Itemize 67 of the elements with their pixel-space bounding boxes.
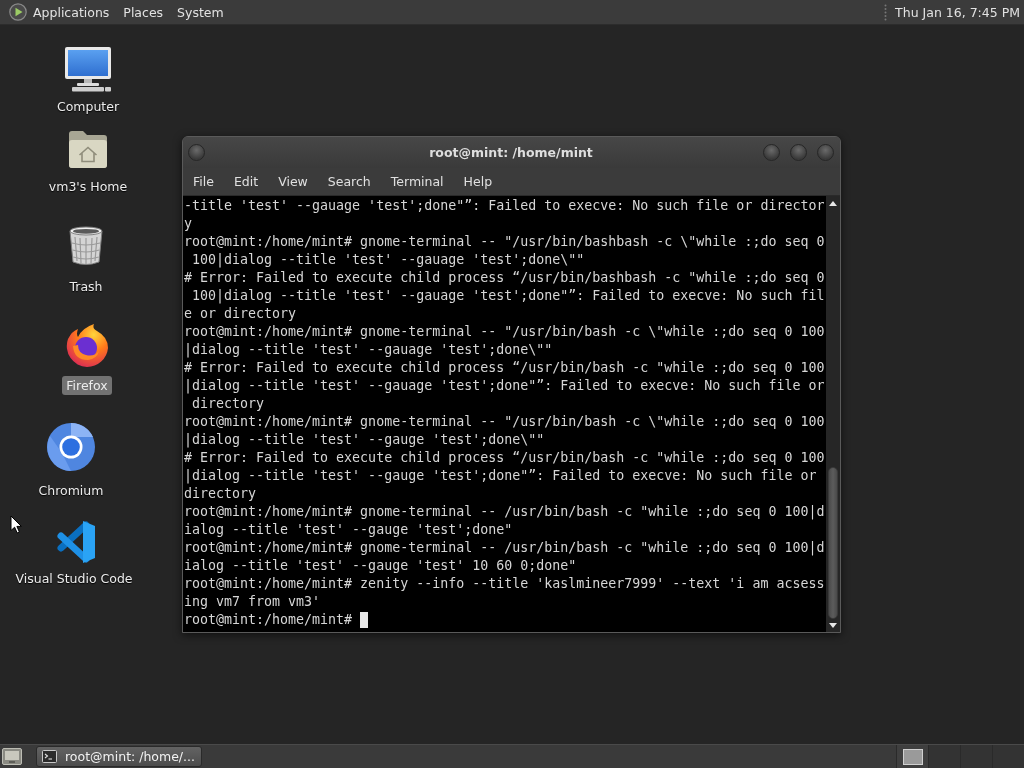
block-cursor-icon	[360, 612, 369, 628]
workspace-cell[interactable]	[960, 745, 992, 768]
terminal-line: ing vm7 from vm3'	[184, 593, 322, 611]
circle-ring-icon[interactable]	[47, 423, 95, 471]
terminal-line: root@mint:/home/mint# gnome-terminal -- /usr/bin/bash -c "while :;do seq 0 100|d	[184, 503, 826, 521]
window-title: root@mint: /home/mint	[429, 145, 593, 160]
terminal-line: -title 'test' --gauage 'test';done"”: Failed to execve: No such file or director	[184, 197, 826, 215]
terminal-line: |dialog --title 'test' --gauage 'test';done"”: Failed to execve: No such file or	[184, 377, 826, 395]
terminal-line: root@mint:/home/mint# gnome-terminal -- "/usr/bin/bash -c \"while :;do seq 0 100	[184, 413, 826, 431]
menu-item[interactable]: Terminal	[380, 171, 454, 192]
window-thumbnail-icon	[902, 748, 923, 765]
panel-menu[interactable]: Places	[116, 1, 171, 23]
flame-globe-icon[interactable]	[64, 322, 110, 368]
clock[interactable]: Thu Jan 16, 7:45 PM	[895, 4, 1020, 20]
terminal-line: # Error: Failed to execute child process “/usr/bin/bash -c "while :;do seq 0 100	[184, 359, 826, 377]
monitor-icon[interactable]	[64, 46, 112, 92]
taskbar-window-button[interactable]: root@mint: /home/...	[36, 746, 202, 767]
logo-icon	[9, 3, 27, 21]
terminal-line: root@mint:/home/mint# gnome-terminal -- /usr/bin/bash -c "while :;do seq 0 100|d	[184, 539, 826, 557]
terminal-line: root@mint:/home/mint# gnome-terminal -- "/usr/bin/bashbash -c \"while :;do seq 0	[184, 233, 826, 251]
desktop-icon-label[interactable]: Chromium	[34, 481, 108, 500]
desktop-icon-label[interactable]: Firefox	[62, 376, 112, 395]
terminal-line: e or directory	[184, 305, 298, 323]
terminal-line: # Error: Failed to execute child process “/usr/bin/bashbash -c "while :;do seq 0	[184, 269, 826, 287]
terminal-line: directory	[184, 485, 258, 503]
panel-menu[interactable]: Applications	[0, 1, 117, 23]
window-menu-button[interactable]	[188, 144, 205, 161]
terminal-icon	[42, 750, 57, 763]
scrollbar-thumb[interactable]	[828, 467, 838, 619]
scroll-down-arrow-icon[interactable]	[829, 623, 837, 628]
home-folder-icon[interactable]	[67, 128, 109, 169]
terminal-line: ialog --title 'test' --gauge 'test' 10 60 0;done"	[184, 557, 578, 575]
scrollbar-track[interactable]	[826, 196, 840, 632]
terminal-line: # Error: Failed to execute child process “/usr/bin/bash -c "while :;do seq 0 100	[184, 449, 826, 467]
desktop-icon-label[interactable]: Trash	[65, 277, 107, 296]
terminal-line: |dialog --title 'test' --gauge 'test';done\""	[184, 431, 546, 449]
desktop-icon-label[interactable]: vm3's Home	[44, 177, 132, 196]
terminal-prompt: root@mint:/home/mint#	[184, 611, 353, 629]
screen-icon	[2, 748, 22, 765]
workspace-cell[interactable]	[992, 745, 1024, 768]
minimize-button[interactable]	[763, 144, 780, 161]
maximize-button[interactable]	[790, 144, 807, 161]
terminal-line: root@mint:/home/mint# gnome-terminal -- "/usr/bin/bash -c \"while :;do seq 0 100	[184, 323, 826, 341]
terminal-line: 100|dialog --title 'test' --gauage 'test';done\""	[191, 251, 586, 269]
drag-handle-icon[interactable]	[884, 3, 888, 21]
menu-item[interactable]: Help	[453, 171, 503, 192]
terminal-line: directory	[191, 395, 266, 413]
terminal-line: 100|dialog --title 'test' --gauage 'test';done"”: Failed to execve: No such fil	[191, 287, 826, 305]
desktop-icon-label[interactable]: Computer	[52, 97, 124, 116]
terminal-line: |dialog --title 'test' --gauge 'test';done"”: Failed to execve: No such file or	[184, 467, 818, 485]
menu-item[interactable]: View	[268, 171, 318, 192]
scroll-up-arrow-icon[interactable]	[829, 201, 837, 206]
menu-item[interactable]: Edit	[223, 171, 269, 192]
desktop-icon-label[interactable]: Visual Studio Code	[11, 569, 137, 588]
workspace-cell[interactable]	[928, 745, 960, 768]
mouse-pointer-icon	[10, 515, 22, 534]
terminal-line: |dialog --title 'test' --gauage 'test';done\""	[184, 341, 554, 359]
panel-menu[interactable]: System	[170, 1, 231, 23]
trash-can-icon[interactable]	[68, 226, 104, 267]
close-button[interactable]	[817, 144, 834, 161]
terminal-line: root@mint:/home/mint# zenity --info --title 'kaslmineer7999' --text 'i am acsess	[184, 575, 826, 593]
menu-item[interactable]: File	[183, 171, 224, 192]
menu-item[interactable]: Search	[317, 171, 381, 192]
terminal-line: ialog --title 'test' --gauge 'test';done"	[184, 521, 514, 539]
terminal-line: y	[184, 215, 193, 233]
show-desktop-button[interactable]	[0, 745, 24, 768]
workspace-cell[interactable]	[896, 745, 928, 768]
